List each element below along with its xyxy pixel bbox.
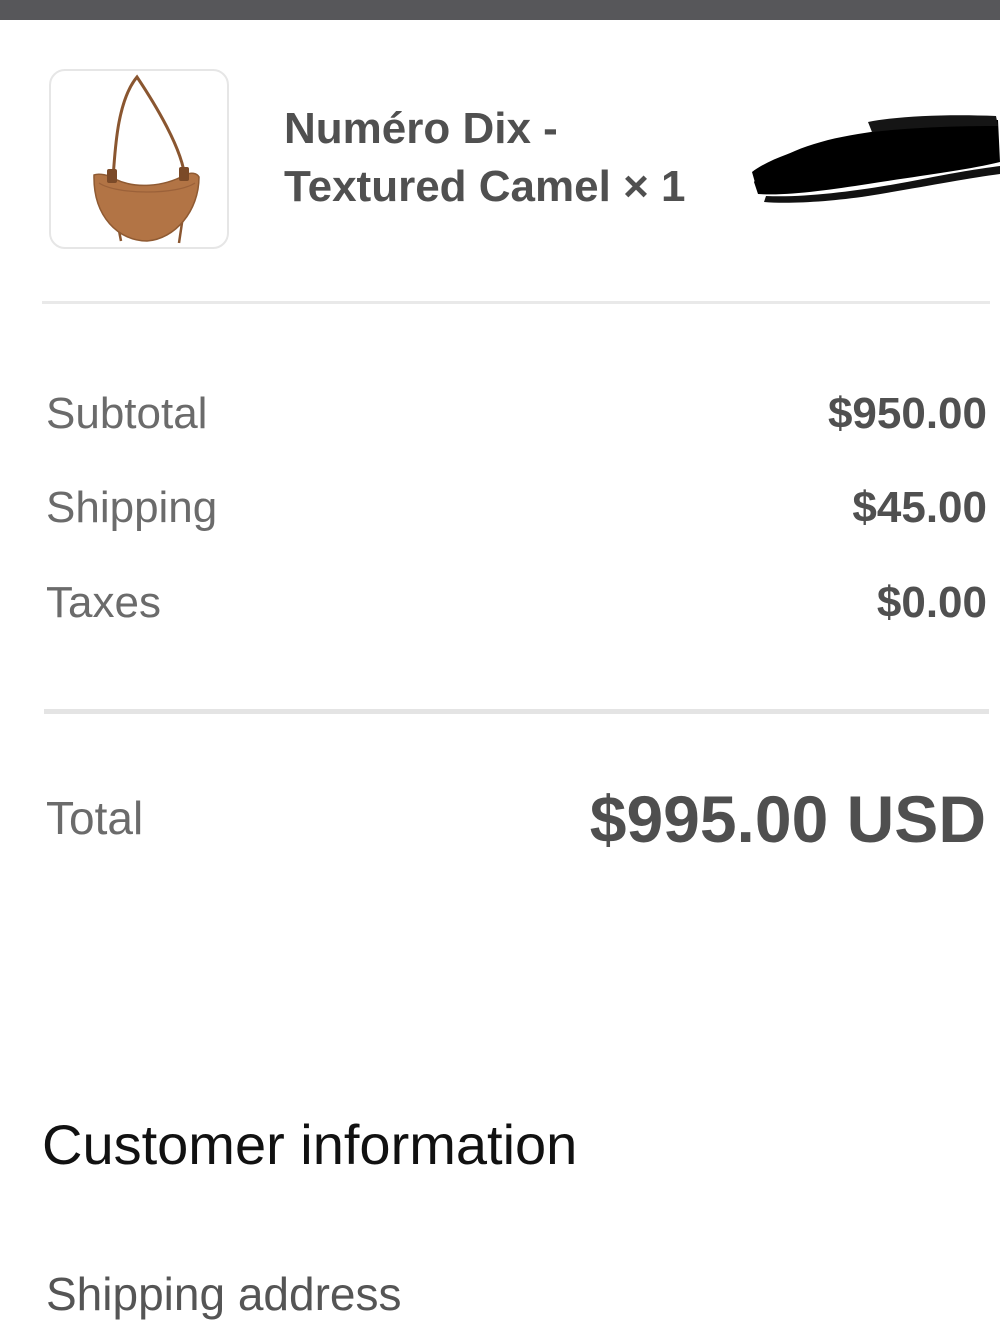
status-bar [0, 0, 1000, 20]
redaction-scribble [752, 115, 1000, 203]
subtotal-label: Subtotal [46, 389, 208, 438]
shipping-value: $45.00 [852, 483, 987, 532]
shipping-address-heading: Shipping address [46, 1268, 402, 1320]
product-thumbnail [49, 69, 229, 249]
customer-information-heading: Customer information [42, 1113, 578, 1176]
total-value: $995.00 USD [589, 782, 986, 856]
product-name: Numéro Dix - Textured Camel × 1 [284, 100, 734, 216]
divider [42, 301, 990, 304]
shipping-label: Shipping [46, 483, 218, 532]
product-name-line1: Numéro Dix - [284, 104, 558, 153]
divider [44, 709, 989, 714]
total-label: Total [46, 792, 144, 844]
product-name-line2: Textured Camel × 1 [284, 162, 686, 211]
taxes-value: $0.00 [876, 578, 987, 627]
handbag-icon [93, 74, 200, 244]
subtotal-value: $950.00 [827, 389, 987, 438]
taxes-label: Taxes [46, 578, 161, 627]
